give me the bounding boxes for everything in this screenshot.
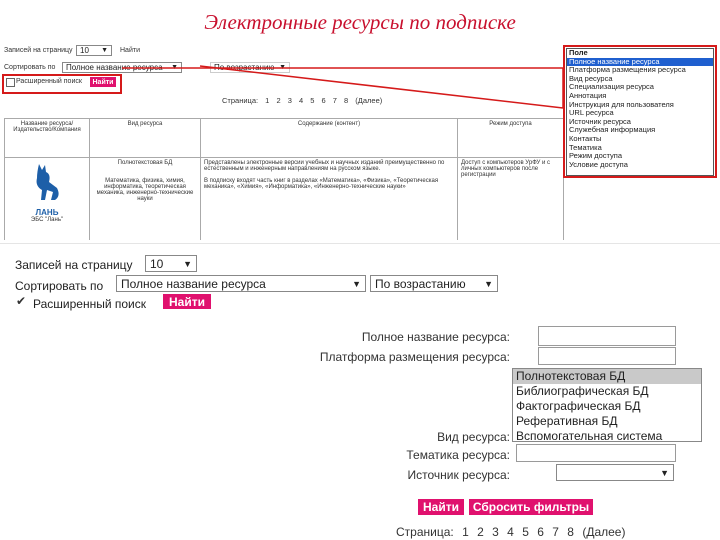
page-link[interactable]: 4 [507,525,514,539]
reset-filters-button[interactable]: Сбросить фильтры [469,499,593,515]
sort-field-value: Полное название ресурса [121,276,266,291]
table-header-row: Название ресурса/Издательство/Компания В… [4,118,564,158]
small-pager-label: Страница: [222,96,259,105]
table-cell-content: Представлены электронные версии учебных … [200,157,458,240]
page-link[interactable]: 3 [492,525,499,539]
table-cell-type: Полнотекстовая БД Математика, физика, хи… [89,157,201,240]
table-cell-logo: ЛАНЬ ЭБС "Лань" [4,157,90,240]
resource-type-detail: Математика, физика, химия, информатика, … [96,178,194,202]
sort-order-select[interactable]: По возрастанию ▼ [370,275,498,292]
listbox-option[interactable]: Вспомогательная система [513,429,701,441]
full-name-input[interactable] [538,326,676,346]
page-link[interactable]: 2 [477,525,484,539]
find-button[interactable]: Найти [418,499,464,515]
page-link[interactable]: 6 [537,525,544,539]
chevron-down-icon: ▼ [352,278,361,289]
resource-type: Полнотекстовая БД [117,160,173,166]
sort-field-select[interactable]: Полное название ресурса ▼ [116,275,366,292]
table-row: ЛАНЬ ЭБС "Лань" Полнотекстовая БД Матема… [4,157,564,240]
section-divider [0,243,720,244]
listbox-option[interactable]: Реферативная БД [513,414,701,429]
chevron-down-icon: ▼ [660,467,669,478]
small-page-link[interactable]: 5 [310,96,314,105]
lan-logo-caption: ЭБС "Лань" [30,217,64,223]
chevron-down-icon: ▼ [183,258,192,269]
small-resources-table: Название ресурса/Издательство/Компания В… [4,118,564,240]
advanced-find-button[interactable]: Найти [163,294,211,309]
sort-order-value: По возрастанию [375,276,466,291]
small-page-link[interactable]: 3 [288,96,292,105]
pager: Страница: 1 2 3 4 5 6 7 8 (Далее) [396,525,630,539]
small-page-link[interactable]: 1 [265,96,269,105]
per-page-value: 10 [150,256,164,271]
page-link[interactable]: 5 [522,525,529,539]
listbox-option[interactable]: Полнотекстовая БД [513,369,701,384]
advanced-search-label: Расширенный поиск [33,297,146,311]
lan-deer-logo-icon [36,164,59,200]
full-name-label: Полное название ресурса: [361,330,510,344]
small-page-link[interactable]: 6 [322,96,326,105]
small-page-link[interactable]: 4 [299,96,303,105]
resource-content-detail: В подписку входят часть книг в разделах … [204,178,439,190]
chevron-down-icon: ▼ [484,278,493,289]
per-page-label: Записей на страницу [15,258,133,272]
topic-label: Тематика ресурса: [406,448,510,462]
per-page-select[interactable]: 10 ▼ [145,255,197,272]
small-page-link[interactable]: 2 [276,96,280,105]
topic-input[interactable] [516,444,676,462]
resource-type-label: Вид ресурса: [437,430,510,444]
resource-type-listbox[interactable]: Полнотекстовая БД Библиографическая БД Ф… [512,368,702,442]
platform-label: Платформа размещения ресурса: [319,350,510,364]
small-page-link[interactable]: 8 [344,96,348,105]
table-header: Название ресурса/Издательство/Компания [4,118,90,158]
listbox-option[interactable]: Фактографическая БД [513,399,701,414]
listbox-option[interactable]: Библиографическая БД [513,384,701,399]
small-resources-table-wrap: Название ресурса/Издательство/Компания В… [4,118,564,240]
lan-logo-text: ЛАНЬ [35,208,59,217]
sort-label: Сортировать по [15,279,104,293]
small-page-link[interactable]: 7 [333,96,337,105]
small-next-link[interactable]: (Далее) [355,96,382,105]
field-dropdown-list[interactable]: Поле Полное название ресурса Платформа р… [566,48,714,176]
page-link[interactable]: 8 [567,525,574,539]
table-header: Содержание (контент) [200,118,458,158]
next-page-link[interactable]: (Далее) [582,525,625,539]
small-pager: Страница: 1 2 3 4 5 6 7 8 (Далее) [222,96,387,105]
source-select[interactable]: ▼ [556,464,674,481]
page-link[interactable]: 1 [462,525,469,539]
dropdown-option[interactable]: Условие доступа [567,160,713,170]
checkmark-icon[interactable]: ✔ [16,294,26,308]
resource-content: Представлены электронные версии учебных … [204,160,445,172]
page-link[interactable]: 7 [552,525,559,539]
source-label: Источник ресурса: [407,468,510,482]
table-cell-access: Доступ с компьютеров УрФУ и с личных ком… [457,157,564,240]
pager-label: Страница: [396,525,454,539]
table-header: Вид ресурса [89,118,201,158]
table-header: Режим доступа [457,118,564,158]
platform-input[interactable] [538,347,676,365]
